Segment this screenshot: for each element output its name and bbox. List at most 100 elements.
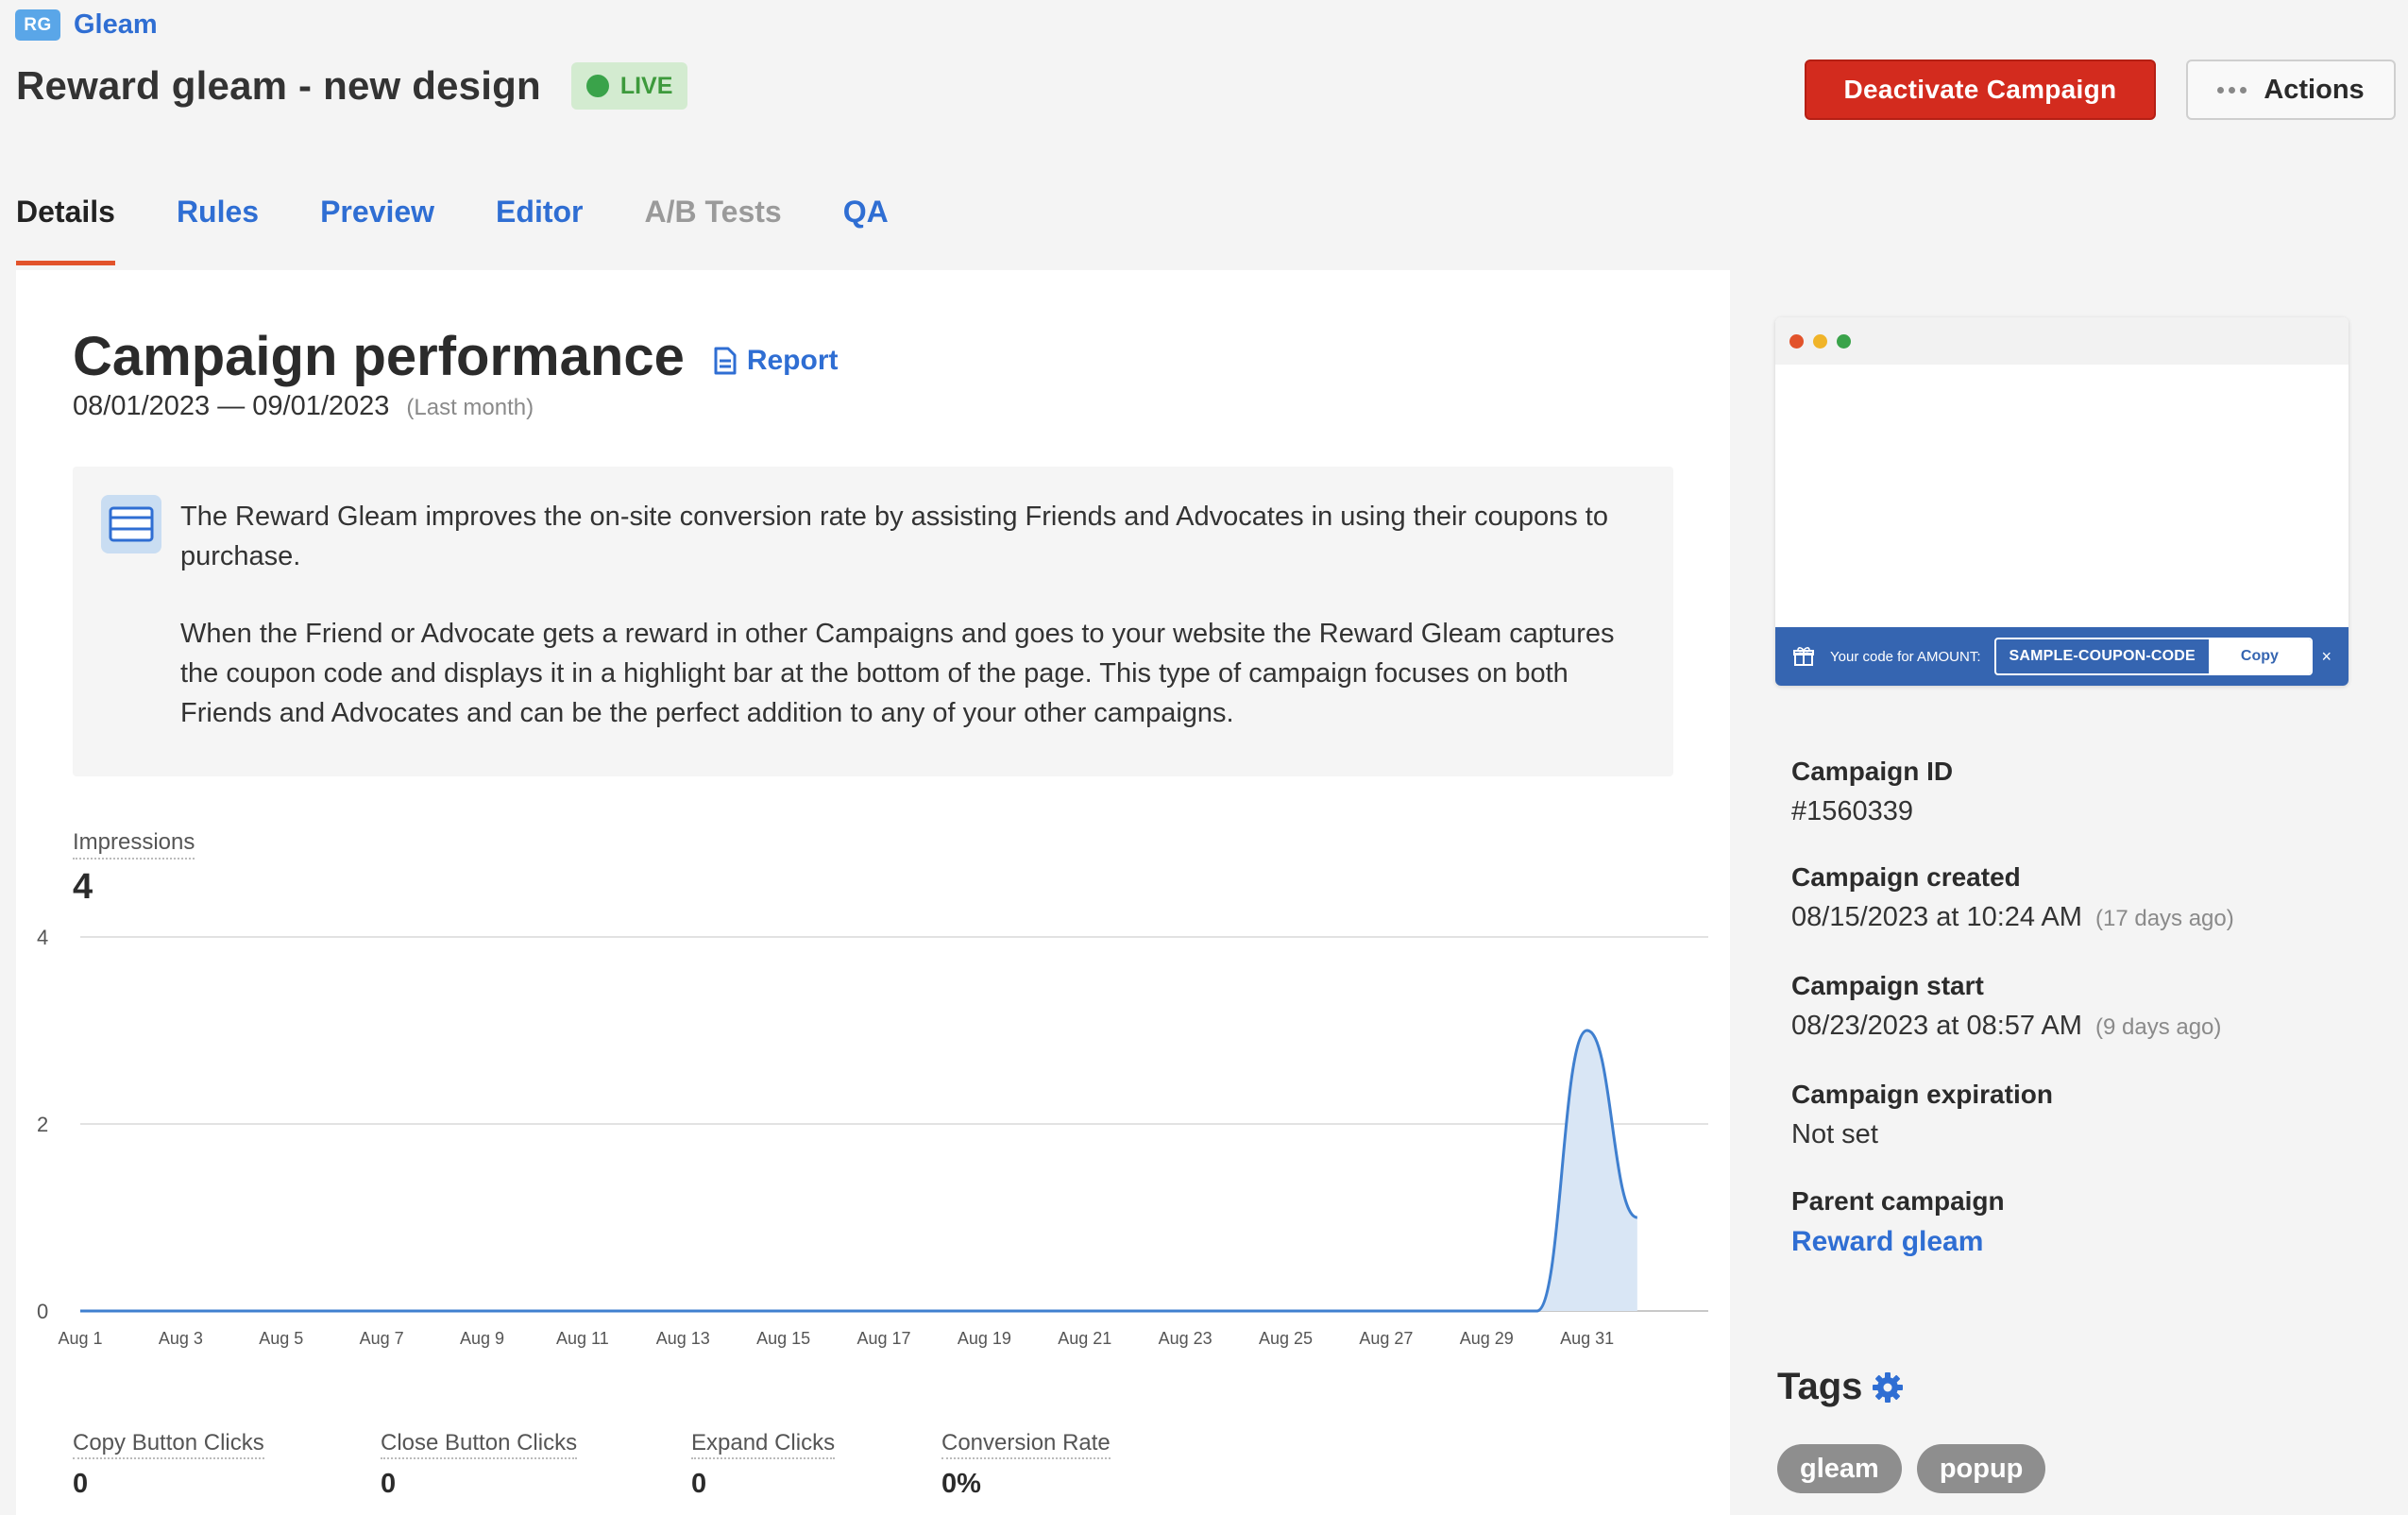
tag-chip[interactable]: gleam (1777, 1444, 1902, 1493)
x-tick-label: Aug 13 (656, 1329, 710, 1348)
performance-title: Campaign performance (73, 326, 685, 387)
fact-label: Campaign expiration (1791, 1080, 2053, 1109)
report-link[interactable]: Report (713, 345, 839, 377)
coupon-code: SAMPLE-COUPON-CODE (2009, 648, 2196, 664)
impressions-label[interactable]: Impressions (73, 829, 195, 860)
metric-close-button-clicks: Close Button Clicks 0 (381, 1430, 578, 1500)
fact-label: Campaign start (1791, 971, 1984, 1000)
created-date: 08/15/2023 at 10:24 AM (1791, 902, 2082, 932)
gift-icon (1793, 647, 1814, 666)
page-title: Reward gleam - new design (16, 63, 541, 108)
window-close-dot-icon (1789, 333, 1804, 349)
series-area (80, 1030, 1637, 1311)
x-tick-label: Aug 17 (856, 1329, 910, 1348)
x-tick-label: Aug 11 (556, 1329, 609, 1348)
actions-button[interactable]: Actions (2186, 60, 2396, 120)
actions-label: Actions (2264, 74, 2365, 105)
x-tick-label: Aug 21 (1058, 1329, 1111, 1348)
campaign-description-box: The Reward Gleam improves the on-site co… (73, 467, 1673, 776)
date-row: 08/01/2023 — 09/01/2023 (Last month) (73, 391, 534, 422)
metric-value: 0% (941, 1469, 981, 1499)
fact-label: Campaign ID (1791, 757, 1954, 786)
performance-header: Campaign performance Report (73, 325, 839, 388)
fact-label: Campaign created (1791, 862, 2021, 892)
y-tick-label: 0 (37, 1300, 48, 1323)
tags-title: Tags (1777, 1366, 1863, 1407)
x-tick-label: Aug 15 (756, 1329, 810, 1348)
document-icon (714, 347, 737, 374)
metric-label[interactable]: Conversion Rate (941, 1430, 1111, 1459)
date-hint: (Last month) (406, 395, 534, 420)
x-tick-label: Aug 1 (58, 1329, 102, 1348)
x-tick-label: Aug 31 (1560, 1329, 1614, 1348)
tab-preview[interactable]: Preview (320, 195, 434, 265)
y-tick-label: 2 (37, 1113, 48, 1136)
fact-label: Parent campaign (1791, 1186, 2005, 1216)
description-paragraph-2: When the Friend or Advocate gets a rewar… (180, 619, 1615, 728)
x-tick-label: Aug 23 (1159, 1329, 1212, 1348)
fact-value: 08/23/2023 at 08:57 AM (9 days ago) (1791, 1011, 2221, 1042)
window-maximize-dot-icon (1837, 333, 1851, 349)
status-label: LIVE (619, 72, 673, 99)
date-range: 08/01/2023 — 09/01/2023 (73, 391, 390, 421)
tab-qa[interactable]: QA (843, 195, 889, 265)
impressions-chart: 0 2 4 Aug 1 Aug 3 Aug 5 Aug 7 Aug 9 Aug 11 Aug 13… (37, 926, 1708, 1348)
browser-chrome (1775, 317, 2349, 365)
tab-editor[interactable]: Editor (496, 195, 583, 265)
gear-icon[interactable] (1872, 1371, 1904, 1404)
brand[interactable]: RG Gleam (15, 9, 158, 41)
tag-chip[interactable]: popup (1916, 1444, 2046, 1493)
metric-copy-button-clicks: Copy Button Clicks 0 (73, 1430, 264, 1500)
coupon-copy-button: Copy (2208, 639, 2311, 673)
metric-conversion-rate: Conversion Rate 0% (941, 1430, 1111, 1500)
fact-value: 08/15/2023 at 10:24 AM (17 days ago) (1791, 902, 2234, 933)
tab-details[interactable]: Details (16, 195, 115, 265)
title-row: Reward gleam - new design LIVE (16, 62, 688, 110)
tab-bar: Details Rules Preview Editor A/B Tests Q… (16, 195, 950, 265)
x-tick-label: Aug 19 (958, 1329, 1011, 1348)
brand-name[interactable]: Gleam (74, 9, 158, 41)
fact-parent-campaign: Parent campaign Reward gleam (1791, 1186, 2005, 1258)
fact-campaign-expiration: Campaign expiration Not set (1791, 1080, 2053, 1150)
x-tick-label: Aug 7 (360, 1329, 404, 1348)
coupon-code-box: SAMPLE-COUPON-CODE Copy (1993, 638, 2313, 675)
x-tick-label: Aug 5 (259, 1329, 303, 1348)
fact-value: Not set (1791, 1119, 1878, 1149)
main-panel: Campaign performance Report 08/01/2023 —… (16, 270, 1730, 1515)
x-tick-label: Aug 29 (1460, 1329, 1514, 1348)
x-tick-label: Aug 25 (1259, 1329, 1313, 1348)
start-ago: (9 days ago) (2094, 1014, 2222, 1040)
metric-value: 0 (691, 1469, 707, 1499)
metric-value: 0 (381, 1469, 397, 1499)
window-minimize-dot-icon (1813, 333, 1827, 349)
report-label: Report (746, 344, 839, 376)
coupon-highlight-bar: Your code for AMOUNT: SAMPLE-COUPON-CODE… (1775, 627, 2349, 686)
fact-campaign-created: Campaign created 08/15/2023 at 10:24 AM (… (1791, 862, 2234, 933)
tags-list: gleam popup (1777, 1444, 2046, 1493)
status-badge: LIVE (570, 62, 688, 110)
side-panel: Your code for AMOUNT: SAMPLE-COUPON-CODE… (1730, 270, 2396, 1515)
series-line (80, 1029, 1638, 1313)
x-tick-label: Aug 9 (460, 1329, 504, 1348)
metric-label[interactable]: Expand Clicks (691, 1430, 836, 1459)
more-dots-icon (2217, 86, 2247, 94)
created-ago: (17 days ago) (2094, 906, 2234, 931)
description-paragraph-1: The Reward Gleam improves the on-site co… (180, 502, 1608, 571)
metric-expand-clicks: Expand Clicks 0 (691, 1430, 836, 1500)
x-tick-label: Aug 3 (159, 1329, 203, 1348)
campaign-preview-thumbnail: Your code for AMOUNT: SAMPLE-COUPON-CODE… (1775, 317, 2349, 686)
tab-rules[interactable]: Rules (177, 195, 259, 265)
metric-label[interactable]: Close Button Clicks (381, 1430, 578, 1459)
tab-ab-tests: A/B Tests (644, 195, 782, 229)
parent-campaign-link[interactable]: Reward gleam (1791, 1226, 2005, 1258)
start-date: 08/23/2023 at 08:57 AM (1791, 1011, 2082, 1041)
browser-window-icon (101, 495, 161, 553)
metric-label[interactable]: Copy Button Clicks (73, 1430, 264, 1459)
y-tick-label: 4 (37, 926, 48, 949)
fact-value: #1560339 (1791, 796, 1914, 826)
fact-campaign-id: Campaign ID #1560339 (1791, 757, 1953, 827)
deactivate-campaign-button[interactable]: Deactivate Campaign (1805, 60, 2156, 120)
description-text: The Reward Gleam improves the on-site co… (180, 497, 1635, 733)
close-icon: × (2321, 646, 2332, 666)
metric-value: 0 (73, 1469, 89, 1499)
